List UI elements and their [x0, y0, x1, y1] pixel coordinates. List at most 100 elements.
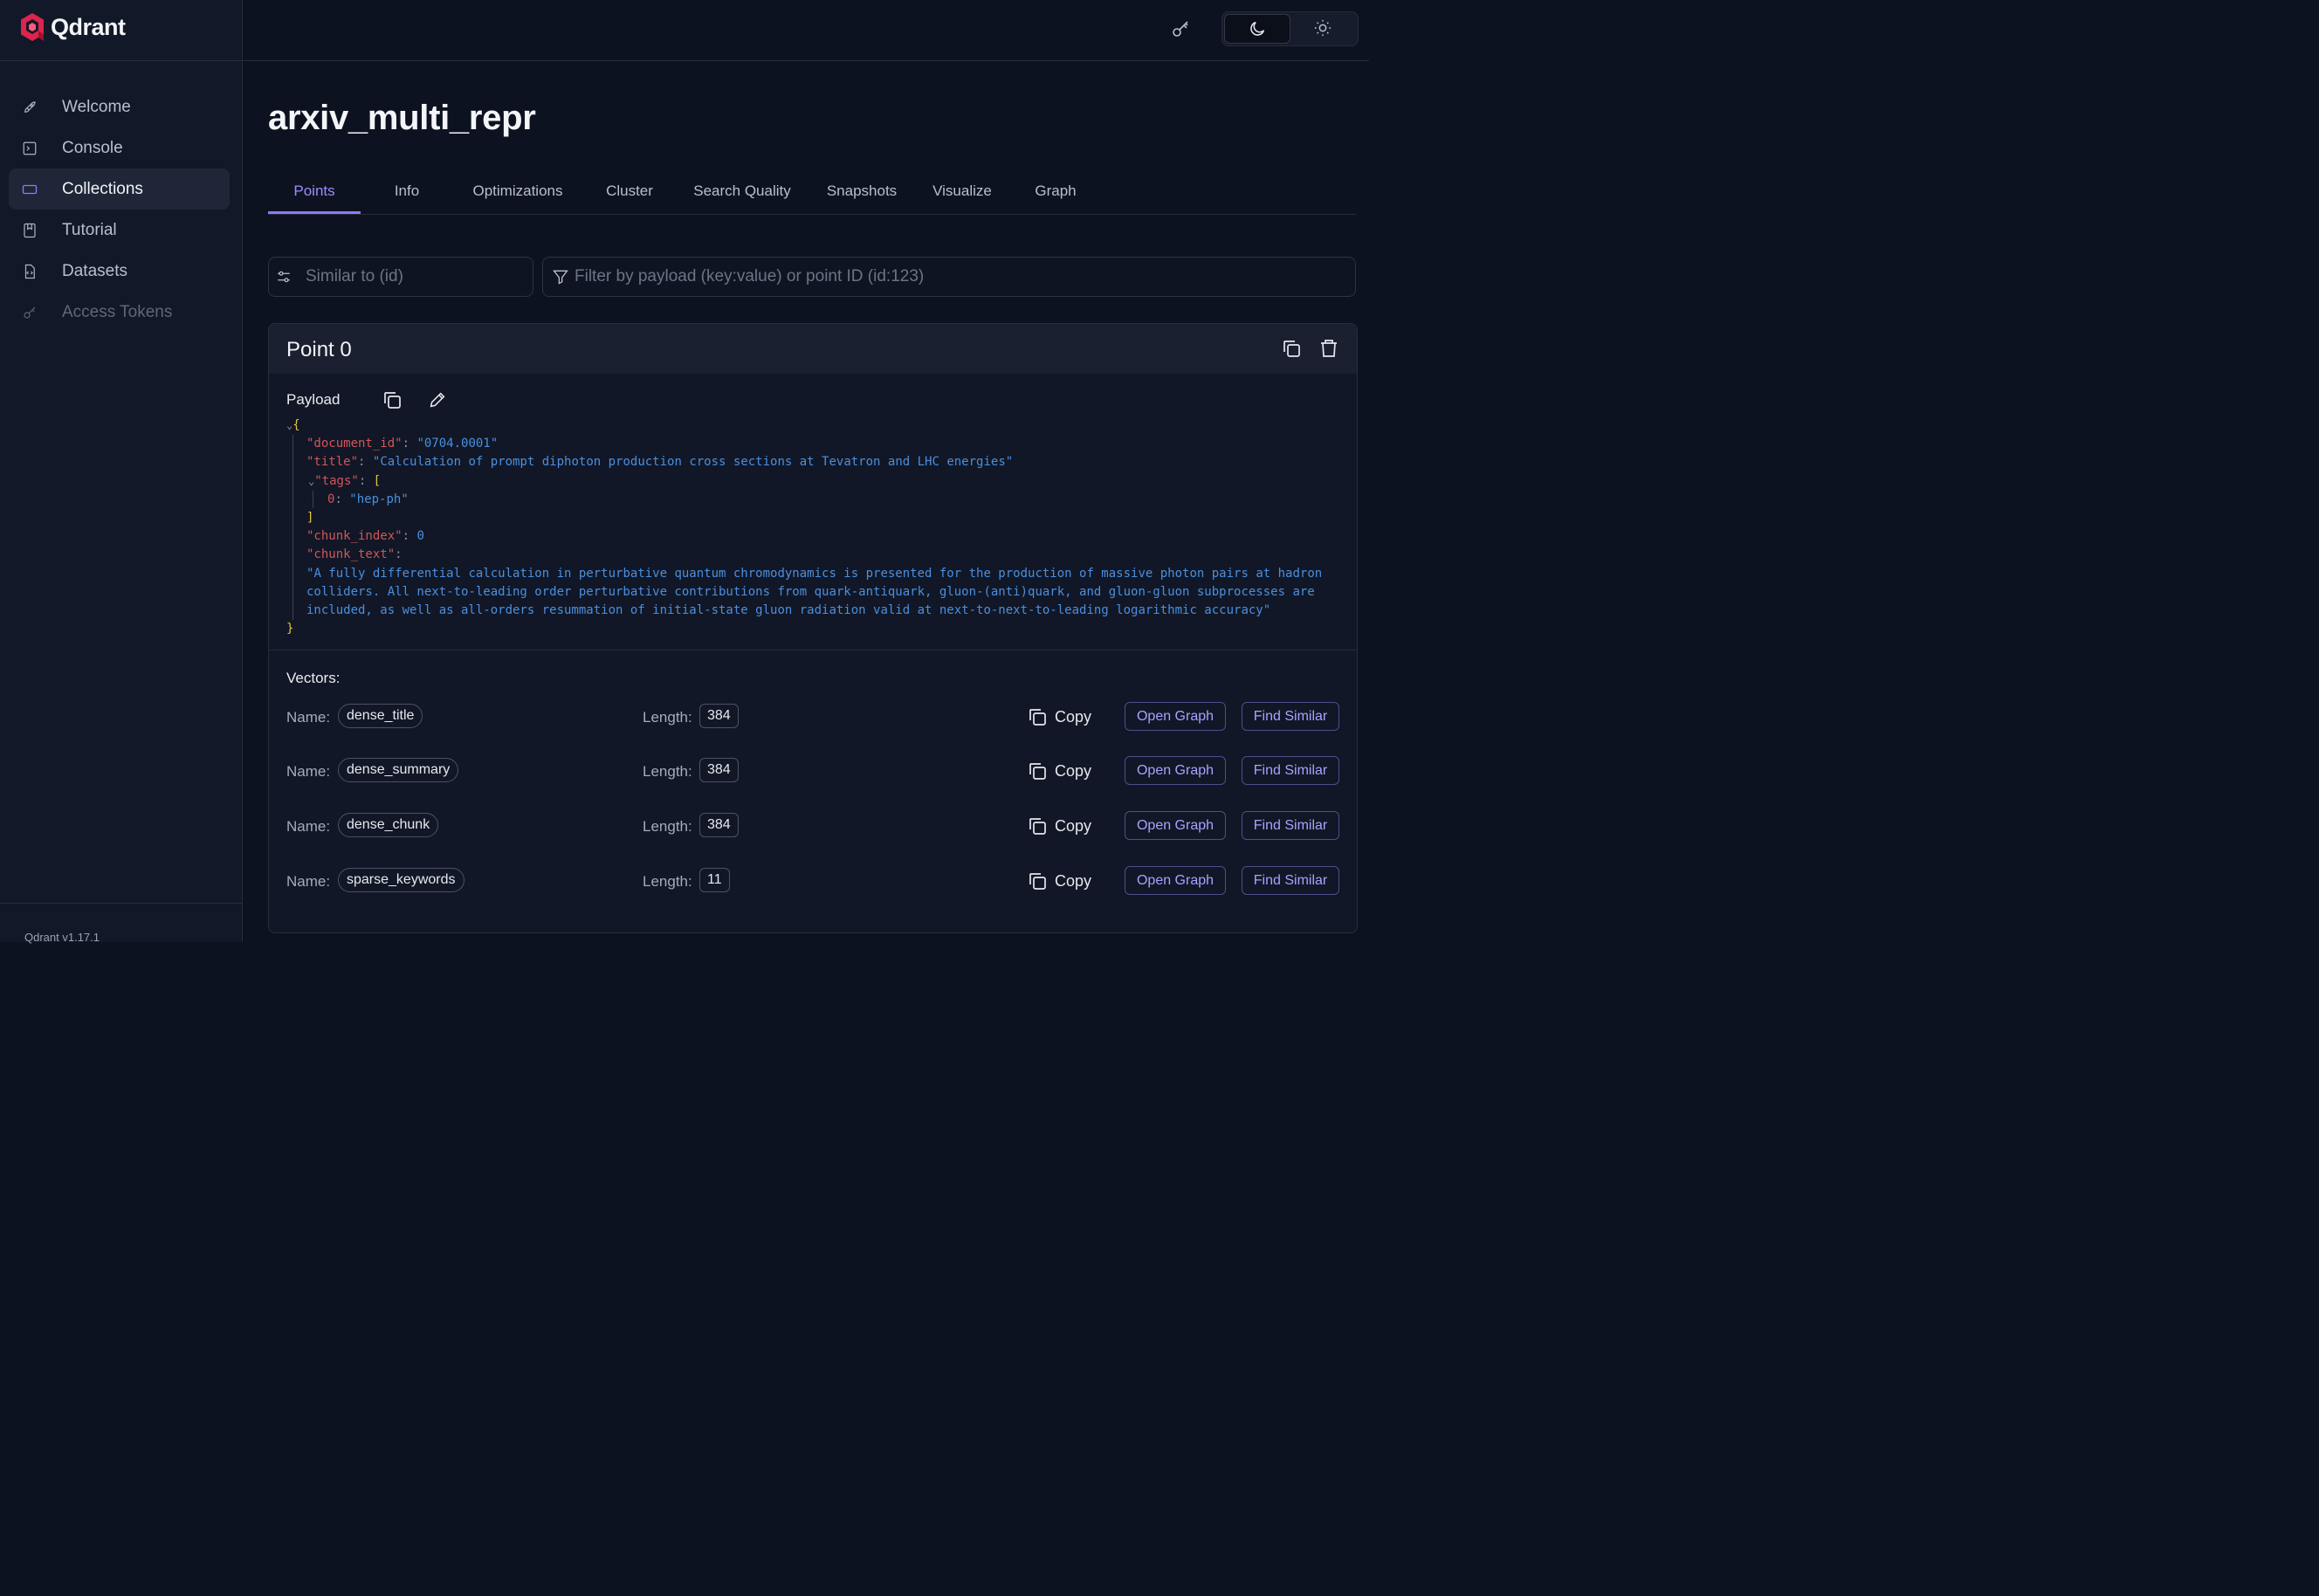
sidebar-nav: Welcome Console Collections Tutorial Dat… [9, 86, 230, 333]
copy-vector-button[interactable]: Copy [1027, 868, 1091, 894]
json-line: "A fully differential calculation in per… [306, 566, 1323, 617]
rocket-icon [21, 99, 38, 116]
length-label: Length: [643, 873, 692, 890]
open-graph-button[interactable]: Open Graph [1125, 811, 1226, 840]
name-label: Name: [286, 818, 331, 835]
tab-optimizations[interactable]: Optimizations [460, 170, 575, 211]
copy-label: Copy [1055, 816, 1092, 835]
sidebar-item-collections[interactable]: Collections [9, 169, 230, 210]
vector-length: 384 [699, 813, 739, 837]
file-code-icon [21, 263, 38, 280]
json-line: ] [306, 510, 314, 525]
divider [0, 60, 242, 61]
sliders-icon [278, 271, 290, 283]
name-label: Name: [286, 709, 331, 726]
tab-points[interactable]: Points [268, 170, 361, 214]
tab-bar: Points Info Optimizations Cluster Search… [268, 170, 1356, 215]
collections-icon [21, 181, 38, 198]
open-graph-button[interactable]: Open Graph [1125, 866, 1226, 895]
copy-icon [1029, 763, 1046, 780]
length-label: Length: [643, 763, 692, 780]
copy-label: Copy [1055, 761, 1092, 780]
vectors-label: Vectors: [286, 670, 341, 686]
find-similar-button[interactable]: Find Similar [1242, 866, 1339, 895]
sidebar-item-label: Tutorial [62, 220, 117, 239]
sidebar-item-access-tokens[interactable]: Access Tokens [9, 292, 230, 333]
moon-icon [1250, 21, 1265, 36]
json-value: 0704.0001 [423, 437, 491, 451]
tab-snapshots[interactable]: Snapshots [816, 170, 907, 211]
terminal-icon [21, 140, 38, 157]
copy-payload-button[interactable] [381, 389, 403, 411]
api-key-button[interactable] [1169, 16, 1194, 40]
copy-vector-button[interactable]: Copy [1027, 813, 1091, 839]
edit-payload-button[interactable] [426, 389, 449, 411]
vector-row: Name: sparse_keywords Length: 11 Copy Op… [286, 866, 1339, 896]
tab-info[interactable]: Info [361, 170, 453, 211]
sidebar-item-label: Collections [62, 179, 143, 198]
sun-icon [1314, 19, 1332, 37]
open-graph-button[interactable]: Open Graph [1125, 756, 1226, 785]
json-line: } [286, 622, 294, 636]
point-card-header: Point 0 [269, 324, 1357, 374]
filter-search-box [542, 257, 1356, 297]
sidebar-item-datasets[interactable]: Datasets [9, 251, 230, 292]
light-theme-button[interactable] [1290, 14, 1355, 42]
delete-point-button[interactable] [1318, 337, 1340, 360]
divider [0, 903, 242, 904]
similar-input[interactable] [304, 266, 533, 287]
find-similar-button[interactable]: Find Similar [1242, 702, 1339, 731]
json-value: A fully differential calculation in pert… [306, 566, 1323, 617]
sidebar-item-label: Welcome [62, 97, 131, 116]
vector-name: dense_summary [338, 758, 459, 782]
sidebar-item-welcome[interactable]: Welcome [9, 86, 230, 127]
open-graph-button[interactable]: Open Graph [1125, 702, 1226, 731]
sidebar-item-tutorial[interactable]: Tutorial [9, 210, 230, 251]
tab-search-quality[interactable]: Search Quality [684, 170, 801, 211]
copy-point-button[interactable] [1280, 337, 1303, 360]
copy-icon [1029, 818, 1046, 835]
key-icon [21, 304, 38, 321]
dark-theme-button[interactable] [1224, 14, 1290, 44]
key-icon [1173, 21, 1188, 37]
sidebar-item-label: Console [62, 138, 123, 157]
find-similar-button[interactable]: Find Similar [1242, 811, 1339, 840]
tab-cluster[interactable]: Cluster [591, 170, 668, 211]
theme-toggle [1221, 11, 1359, 46]
copy-label: Copy [1055, 871, 1092, 890]
sidebar-item-label: Datasets [62, 261, 127, 280]
json-line: ⌄"tags": [ [308, 473, 382, 488]
book-icon [21, 222, 38, 239]
length-label: Length: [643, 709, 692, 726]
qdrant-logo[interactable]: Qdrant [19, 12, 126, 42]
payload-label: Payload [286, 391, 341, 408]
json-line: 0: "hep-ph" [327, 492, 409, 506]
point-card: Point 0 Payload ⌄{ "document_id": "0704.… [268, 323, 1358, 933]
vector-row: Name: dense_chunk Length: 384 Copy Open … [286, 811, 1339, 841]
top-bar [243, 0, 1369, 61]
json-line: "chunk_text": [306, 547, 403, 562]
vector-length: 11 [699, 868, 730, 892]
vector-name: dense_title [338, 704, 423, 728]
copy-vector-button[interactable]: Copy [1027, 758, 1091, 784]
trash-icon [1321, 340, 1337, 357]
find-similar-button[interactable]: Find Similar [1242, 756, 1339, 785]
payload-json-viewer: ⌄{ "document_id": "0704.0001" "title": "… [286, 416, 1347, 638]
json-value: Calculation of prompt diphoton productio… [380, 455, 1006, 470]
copy-label: Copy [1055, 707, 1092, 726]
copy-icon [1029, 873, 1046, 890]
similar-search-box [268, 257, 533, 297]
name-label: Name: [286, 873, 331, 890]
json-line: "document_id": "0704.0001" [306, 437, 499, 451]
filter-icon [553, 270, 568, 285]
vector-name: dense_chunk [338, 813, 439, 837]
tab-graph[interactable]: Graph [1019, 170, 1092, 211]
copy-icon [1283, 341, 1300, 357]
sidebar-item-console[interactable]: Console [9, 127, 230, 169]
vector-row: Name: dense_title Length: 384 Copy Open … [286, 702, 1339, 732]
copy-vector-button[interactable]: Copy [1027, 704, 1091, 730]
app-name: Qdrant [51, 13, 126, 40]
tab-visualize[interactable]: Visualize [923, 170, 1001, 211]
copy-icon [384, 392, 401, 409]
filter-input[interactable] [573, 266, 1355, 287]
